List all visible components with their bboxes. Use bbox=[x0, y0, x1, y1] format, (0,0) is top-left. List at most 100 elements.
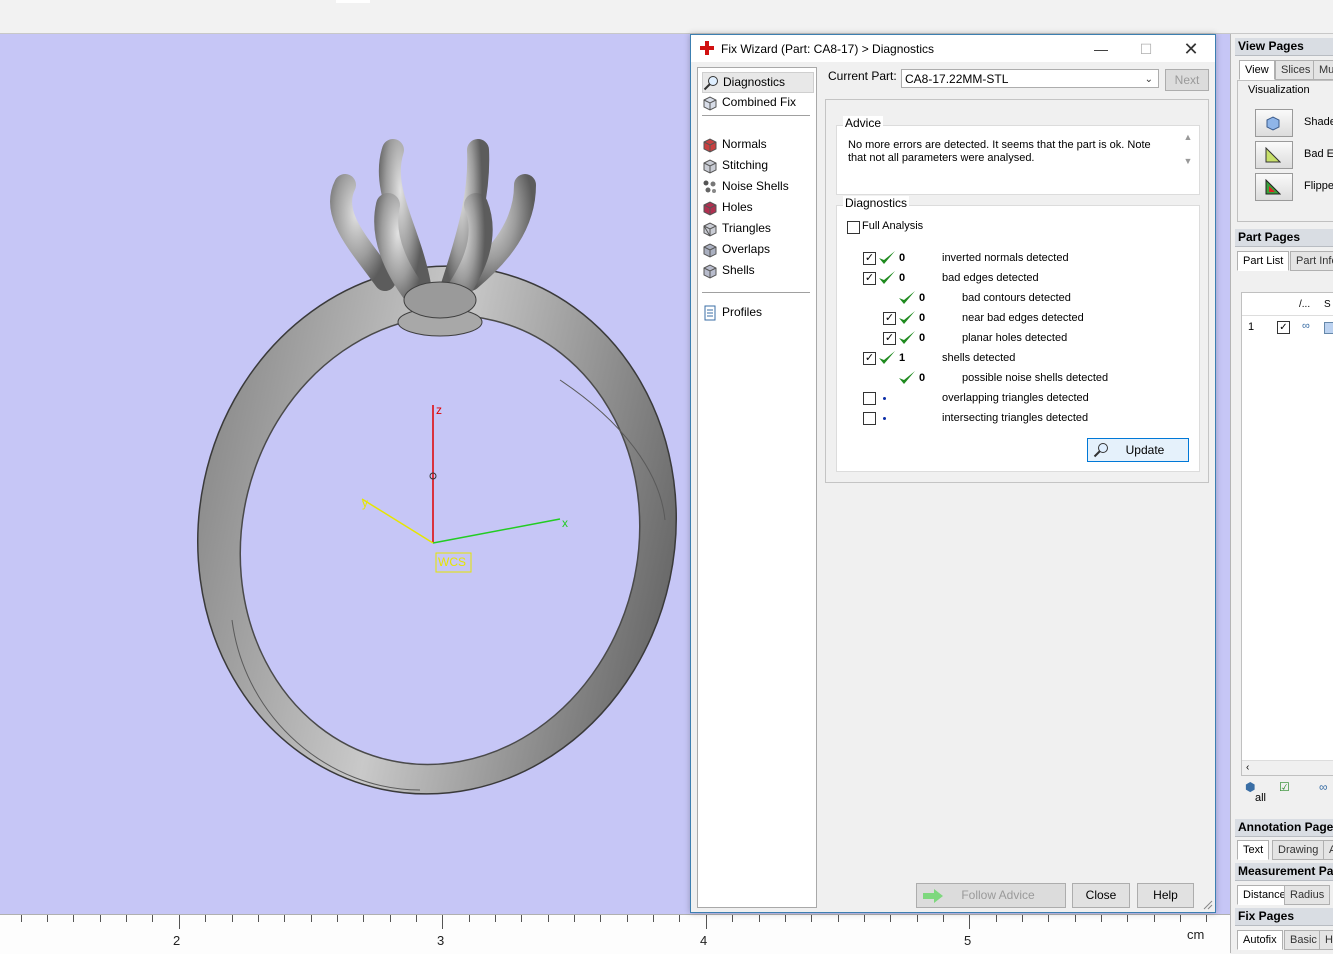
nav-item-label: Triangles bbox=[722, 221, 771, 235]
z-axis-label: z bbox=[436, 403, 442, 417]
help-button[interactable]: Help bbox=[1137, 883, 1194, 908]
diagnostic-label: near bad edges detected bbox=[962, 312, 1084, 324]
column-header[interactable]: /... bbox=[1299, 299, 1310, 310]
ruler-tick bbox=[495, 915, 496, 922]
tab-multi[interactable]: Mul bbox=[1313, 60, 1333, 80]
resize-grip-icon[interactable] bbox=[1203, 900, 1213, 910]
diagnostic-checkbox[interactable] bbox=[863, 412, 876, 425]
minimize-button[interactable]: ― bbox=[1079, 37, 1123, 61]
ruler-tick bbox=[1022, 915, 1023, 922]
nav-item-stitching[interactable]: Stitching bbox=[702, 156, 812, 175]
diagnostics-group: Diagnostics Full Analysis ✓ 0 inverted nor… bbox=[836, 196, 1200, 472]
close-window-button[interactable]: ✕ bbox=[1169, 37, 1213, 61]
part-list-table: /... S 1 ✓ ∞ ‹ bbox=[1241, 292, 1333, 776]
ruler-tick bbox=[521, 915, 522, 922]
nav-item-label: Overlaps bbox=[722, 242, 771, 256]
dialog-titlebar[interactable]: Fix Wizard (Part: CA8-17) > Diagnostics … bbox=[691, 35, 1215, 62]
nav-item-holes[interactable]: Holes bbox=[702, 198, 812, 217]
diagnostic-checkbox[interactable]: ✓ bbox=[863, 252, 876, 265]
nav-item-shells[interactable]: Shells bbox=[702, 261, 812, 280]
flipped-button[interactable] bbox=[1255, 173, 1293, 201]
nav-item-profiles[interactable]: Profiles bbox=[702, 303, 812, 322]
ruler-tick bbox=[811, 915, 812, 922]
close-button[interactable]: Close bbox=[1072, 883, 1130, 908]
nav-item-label: Normals bbox=[722, 137, 767, 151]
shade-button[interactable] bbox=[1255, 109, 1293, 137]
ruler-tick bbox=[337, 915, 338, 922]
nav-item-label: Stitching bbox=[722, 158, 769, 172]
toggle-check-icon[interactable]: ☑ bbox=[1279, 780, 1290, 794]
part-list-header: /... S bbox=[1242, 293, 1333, 316]
nav-item-triangles[interactable]: Triangles bbox=[702, 219, 812, 238]
tab-slices[interactable]: Slices bbox=[1275, 60, 1317, 80]
nav-item-label: Combined Fix bbox=[722, 95, 797, 109]
full-analysis-label: Full Analysis bbox=[862, 220, 924, 232]
horizontal-scrollbar[interactable]: ‹ bbox=[1242, 760, 1333, 775]
tab-part-info[interactable]: Part Info bbox=[1290, 251, 1333, 271]
table-row[interactable]: 1 ✓ ∞ bbox=[1242, 320, 1333, 336]
fix-pages-header[interactable]: Fix Pages bbox=[1235, 908, 1333, 926]
ruler-tick bbox=[1154, 915, 1155, 922]
update-button[interactable]: Update bbox=[1087, 438, 1189, 462]
triangles-cube-icon bbox=[703, 222, 717, 237]
ruler-tick bbox=[679, 915, 680, 922]
tab-basic[interactable]: Basic bbox=[1284, 930, 1323, 950]
tab-fix-more[interactable]: H bbox=[1319, 930, 1333, 950]
glasses-icon: ∞ bbox=[1302, 320, 1310, 332]
advice-group: Advice No more errors are detected. It s… bbox=[836, 116, 1200, 195]
advice-scrollbar[interactable]: ▲ ▼ bbox=[1181, 126, 1195, 174]
glasses-all-icon[interactable]: ∞ bbox=[1319, 780, 1328, 794]
ruler-label-4: 4 bbox=[700, 933, 708, 948]
ruler-tick bbox=[442, 915, 443, 929]
view-pages-header[interactable]: View Pages bbox=[1235, 38, 1333, 56]
diagnostic-checkbox[interactable]: ✓ bbox=[863, 272, 876, 285]
current-part-label: Current Part: bbox=[828, 69, 897, 83]
diagnostic-checkbox[interactable]: ✓ bbox=[883, 312, 896, 325]
tab-annotation-more[interactable]: A bbox=[1323, 840, 1333, 860]
bottom-ruler: 2 3 4 5 cm bbox=[0, 914, 1230, 954]
diagnostic-row: ✓ 1 shells detected bbox=[837, 350, 1197, 368]
fix-wizard-dialog: Fix Wizard (Part: CA8-17) > Diagnostics … bbox=[690, 34, 1216, 913]
part-icon bbox=[1324, 322, 1333, 334]
ruler-tick bbox=[311, 915, 312, 922]
shells-cube-icon bbox=[703, 264, 717, 279]
shade-label: Shade& bbox=[1304, 116, 1333, 128]
diagnostic-checkbox[interactable]: ✓ bbox=[883, 332, 896, 345]
nav-item-normals[interactable]: Normals bbox=[702, 135, 812, 154]
nav-item-combined-fix[interactable]: Combined Fix bbox=[702, 93, 812, 112]
diagnostic-count: 0 bbox=[899, 272, 906, 284]
tab-radius[interactable]: Radius bbox=[1284, 885, 1331, 905]
tab-drawing[interactable]: Drawing bbox=[1272, 840, 1325, 860]
column-header[interactable]: S bbox=[1324, 299, 1331, 310]
select-all-icon[interactable]: ⬢ bbox=[1245, 780, 1255, 794]
tab-view[interactable]: View bbox=[1239, 60, 1275, 80]
green-check-icon bbox=[899, 371, 915, 384]
maximize-button[interactable]: ☐ bbox=[1124, 37, 1168, 61]
profiles-page-icon bbox=[704, 305, 716, 321]
tab-text[interactable]: Text bbox=[1237, 840, 1270, 860]
part-pages-header[interactable]: Part Pages bbox=[1235, 229, 1333, 247]
diagnostic-checkbox[interactable]: ✓ bbox=[863, 352, 876, 365]
follow-advice-button[interactable]: Follow Advice bbox=[916, 883, 1066, 908]
tab-part-list[interactable]: Part List bbox=[1237, 251, 1290, 271]
ruler-tick bbox=[205, 915, 206, 922]
diagnostic-label: shells detected bbox=[942, 352, 1016, 364]
ruler-tick bbox=[838, 915, 839, 922]
current-part-select[interactable]: CA8-17.22MM-STL ⌄ bbox=[901, 69, 1159, 88]
full-analysis-checkbox[interactable] bbox=[847, 221, 860, 234]
nav-item-overlaps[interactable]: Overlaps bbox=[702, 240, 812, 259]
green-check-icon bbox=[879, 351, 895, 364]
tab-autofix[interactable]: Autofix bbox=[1237, 930, 1283, 950]
nav-item-noise-shells[interactable]: Noise Shells bbox=[702, 177, 812, 196]
next-button[interactable]: Next bbox=[1165, 69, 1209, 91]
diagnostic-checkbox[interactable] bbox=[863, 392, 876, 405]
diagnostic-count: 1 bbox=[899, 352, 906, 364]
measurement-pages-header[interactable]: Measurement Pa bbox=[1235, 863, 1333, 881]
ruler-tick bbox=[1180, 915, 1181, 922]
wcs-label: WCS bbox=[438, 555, 466, 569]
annotation-pages-header[interactable]: Annotation Page bbox=[1235, 819, 1333, 837]
diagnostic-row: 0 possible noise shells detected bbox=[837, 370, 1197, 388]
row-visible-checkbox[interactable]: ✓ bbox=[1277, 321, 1290, 334]
bad-edges-button[interactable] bbox=[1255, 141, 1293, 169]
nav-item-diagnostics[interactable]: Diagnostics bbox=[702, 72, 814, 93]
